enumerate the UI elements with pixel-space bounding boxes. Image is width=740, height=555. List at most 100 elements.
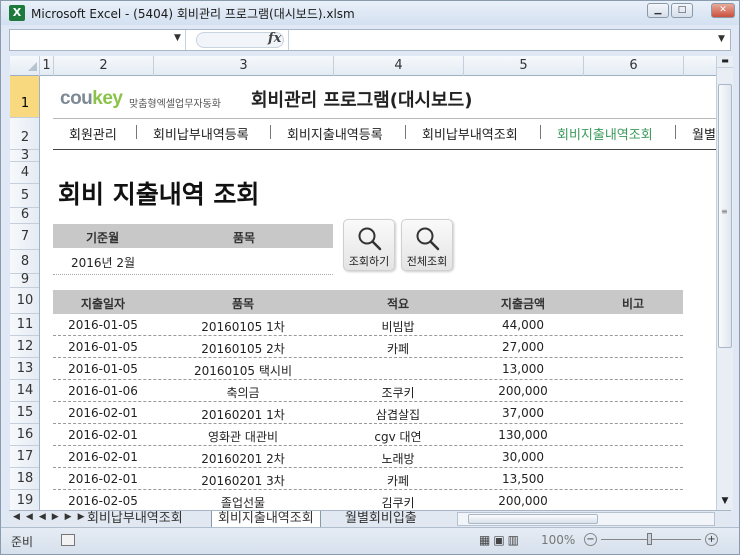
row-header[interactable]: 8 <box>10 250 39 274</box>
filter-item-input[interactable] <box>190 254 330 272</box>
expand-formula-bar-icon[interactable]: ▼ <box>718 34 725 44</box>
table-cell[interactable]: 20160105 1차 <box>163 318 323 335</box>
table-cell[interactable]: 축의금 <box>163 384 323 401</box>
table-cell[interactable]: 130,000 <box>473 428 573 442</box>
split-box[interactable]: ▬ <box>717 56 733 68</box>
horizontal-scrollbar[interactable] <box>457 512 715 526</box>
table-cell[interactable]: 삼겹살집 <box>333 406 463 423</box>
table-cell[interactable]: 2016-02-01 <box>63 406 143 420</box>
name-box[interactable] <box>10 30 186 50</box>
table-cell[interactable]: 2016-02-05 <box>63 494 143 508</box>
table-cell[interactable]: cgv 대연 <box>333 428 463 445</box>
column-header[interactable]: 3 <box>154 56 334 76</box>
row-header[interactable]: 3 <box>10 149 39 162</box>
row-header[interactable]: 15 <box>10 402 39 424</box>
close-button[interactable]: ✕ <box>711 3 735 18</box>
row-header[interactable]: 18 <box>10 468 39 490</box>
maximize-button[interactable]: □ <box>671 3 693 18</box>
column-label: 지출금액 <box>500 297 546 311</box>
table-cell[interactable]: 비빔밥 <box>333 318 463 335</box>
scroll-down-icon[interactable]: ▼ <box>717 493 733 509</box>
table-cell[interactable]: 2016-01-06 <box>63 384 143 398</box>
search-all-button[interactable]: 전체조회 <box>401 219 453 271</box>
table-cell[interactable]: 카페 <box>333 340 463 357</box>
column-header[interactable]: 5 <box>464 56 584 76</box>
row-header[interactable]: 17 <box>10 446 39 468</box>
row-header[interactable]: 19 <box>10 490 39 510</box>
row-header[interactable]: 5 <box>10 184 39 208</box>
nav-item-members[interactable]: 회원관리 <box>69 124 117 143</box>
macro-record-icon[interactable] <box>61 534 75 546</box>
filter-month-input[interactable]: 2016년 2월 <box>71 254 135 271</box>
row-header[interactable]: 4 <box>10 162 39 184</box>
row-header[interactable]: 12 <box>10 336 39 358</box>
table-cell[interactable]: 20160201 3차 <box>163 472 323 489</box>
search-button[interactable]: 조회하기 <box>343 219 395 271</box>
table-cell[interactable]: 2016-01-05 <box>63 318 143 332</box>
row-header[interactable]: 9 <box>10 273 39 288</box>
table-cell[interactable]: 13,000 <box>473 362 573 376</box>
table-cell[interactable]: 2016-01-05 <box>63 340 143 354</box>
nav-item-monthly[interactable]: 월별 <box>692 124 716 143</box>
row-header[interactable]: 2 <box>10 118 39 150</box>
table-row: 2016-02-05 졸업선물 김쿠키 200,000 <box>53 490 683 510</box>
table-cell[interactable]: 200,000 <box>473 384 573 398</box>
zoom-out-icon[interactable]: − <box>584 533 597 546</box>
table-header: 지출일자 품목 적요 지출금액 비고 <box>53 290 683 314</box>
row-header[interactable]: 16 <box>10 424 39 446</box>
table-cell[interactable]: 30,000 <box>473 450 573 464</box>
column-header[interactable]: 4 <box>334 56 464 76</box>
column-header[interactable]: 1 <box>40 56 54 76</box>
table-cell[interactable]: 졸업선물 <box>163 494 323 510</box>
row-header[interactable]: 7 <box>10 224 39 250</box>
row-header[interactable]: 1 <box>10 76 39 118</box>
table-cell[interactable]: 2016-01-05 <box>63 362 143 376</box>
scroll-thumb[interactable]: ≡ <box>718 84 732 348</box>
divider <box>53 118 716 119</box>
table-cell[interactable]: 영화관 대관비 <box>163 428 323 445</box>
zoom-slider-thumb[interactable] <box>647 533 652 545</box>
sheet-tab-active[interactable]: 회비지출내역조회 <box>211 511 321 527</box>
row-header[interactable]: 6 <box>10 208 39 224</box>
vertical-scrollbar[interactable]: ▬ ≡ ▼ <box>716 56 733 510</box>
table-cell[interactable]: 13,500 <box>473 472 573 486</box>
table-cell[interactable]: 200,000 <box>473 494 573 508</box>
table-cell[interactable]: 노래방 <box>333 450 463 467</box>
table-cell[interactable]: 27,000 <box>473 340 573 354</box>
sheet-tab[interactable]: 월별회비입출 <box>345 511 445 527</box>
row-header[interactable]: 10 <box>10 288 39 314</box>
insert-function-icon[interactable]: fx <box>268 31 281 46</box>
table-cell[interactable]: 김쿠키 <box>333 494 463 510</box>
table-cell[interactable]: 2016-02-01 <box>63 472 143 486</box>
table-cell[interactable]: 44,000 <box>473 318 573 332</box>
column-header[interactable]: 2 <box>54 56 154 76</box>
sheet-tab[interactable]: 회비납부내역조회 <box>87 511 183 527</box>
table-cell[interactable]: 조쿠키 <box>333 384 463 401</box>
nav-item-fee-expense-search[interactable]: 회비지출내역조회 <box>557 124 653 143</box>
table-cell[interactable]: 2016-02-01 <box>63 428 143 442</box>
nav-item-fee-payment-entry[interactable]: 회비납부내역등록 <box>153 124 249 143</box>
row-header[interactable]: 11 <box>10 314 39 336</box>
column-headers: 1 2 3 4 5 6 <box>10 56 716 76</box>
row-header[interactable]: 13 <box>10 358 39 380</box>
table-cell[interactable]: 2016-02-01 <box>63 450 143 464</box>
zoom-level[interactable]: 100% <box>541 533 575 547</box>
table-cell[interactable]: 37,000 <box>473 406 573 420</box>
table-cell[interactable]: 20160105 2차 <box>163 340 323 357</box>
row-header[interactable]: 14 <box>10 380 39 402</box>
table-cell[interactable]: 20160201 2차 <box>163 450 323 467</box>
nav-item-fee-expense-entry[interactable]: 회비지출내역등록 <box>287 124 383 143</box>
column-header[interactable]: 6 <box>584 56 684 76</box>
table-cell[interactable]: 카페 <box>333 472 463 489</box>
formula-input[interactable] <box>288 30 716 50</box>
table-cell[interactable]: 20160201 1차 <box>163 406 323 423</box>
view-mode-icons[interactable]: ▦▣▥ <box>479 533 522 547</box>
nav-item-fee-payment-search[interactable]: 회비납부내역조회 <box>422 124 518 143</box>
minimize-button[interactable]: ▁ <box>647 3 669 18</box>
scroll-thumb[interactable] <box>468 514 598 524</box>
zoom-in-icon[interactable]: + <box>705 533 718 546</box>
chevron-down-icon[interactable]: ▼ <box>174 33 181 43</box>
tab-navigation-icons[interactable]: ◀◀◀▶▶▶ <box>13 512 91 522</box>
select-all-corner[interactable] <box>10 56 40 76</box>
table-cell[interactable]: 20160105 택시비 <box>163 362 323 379</box>
